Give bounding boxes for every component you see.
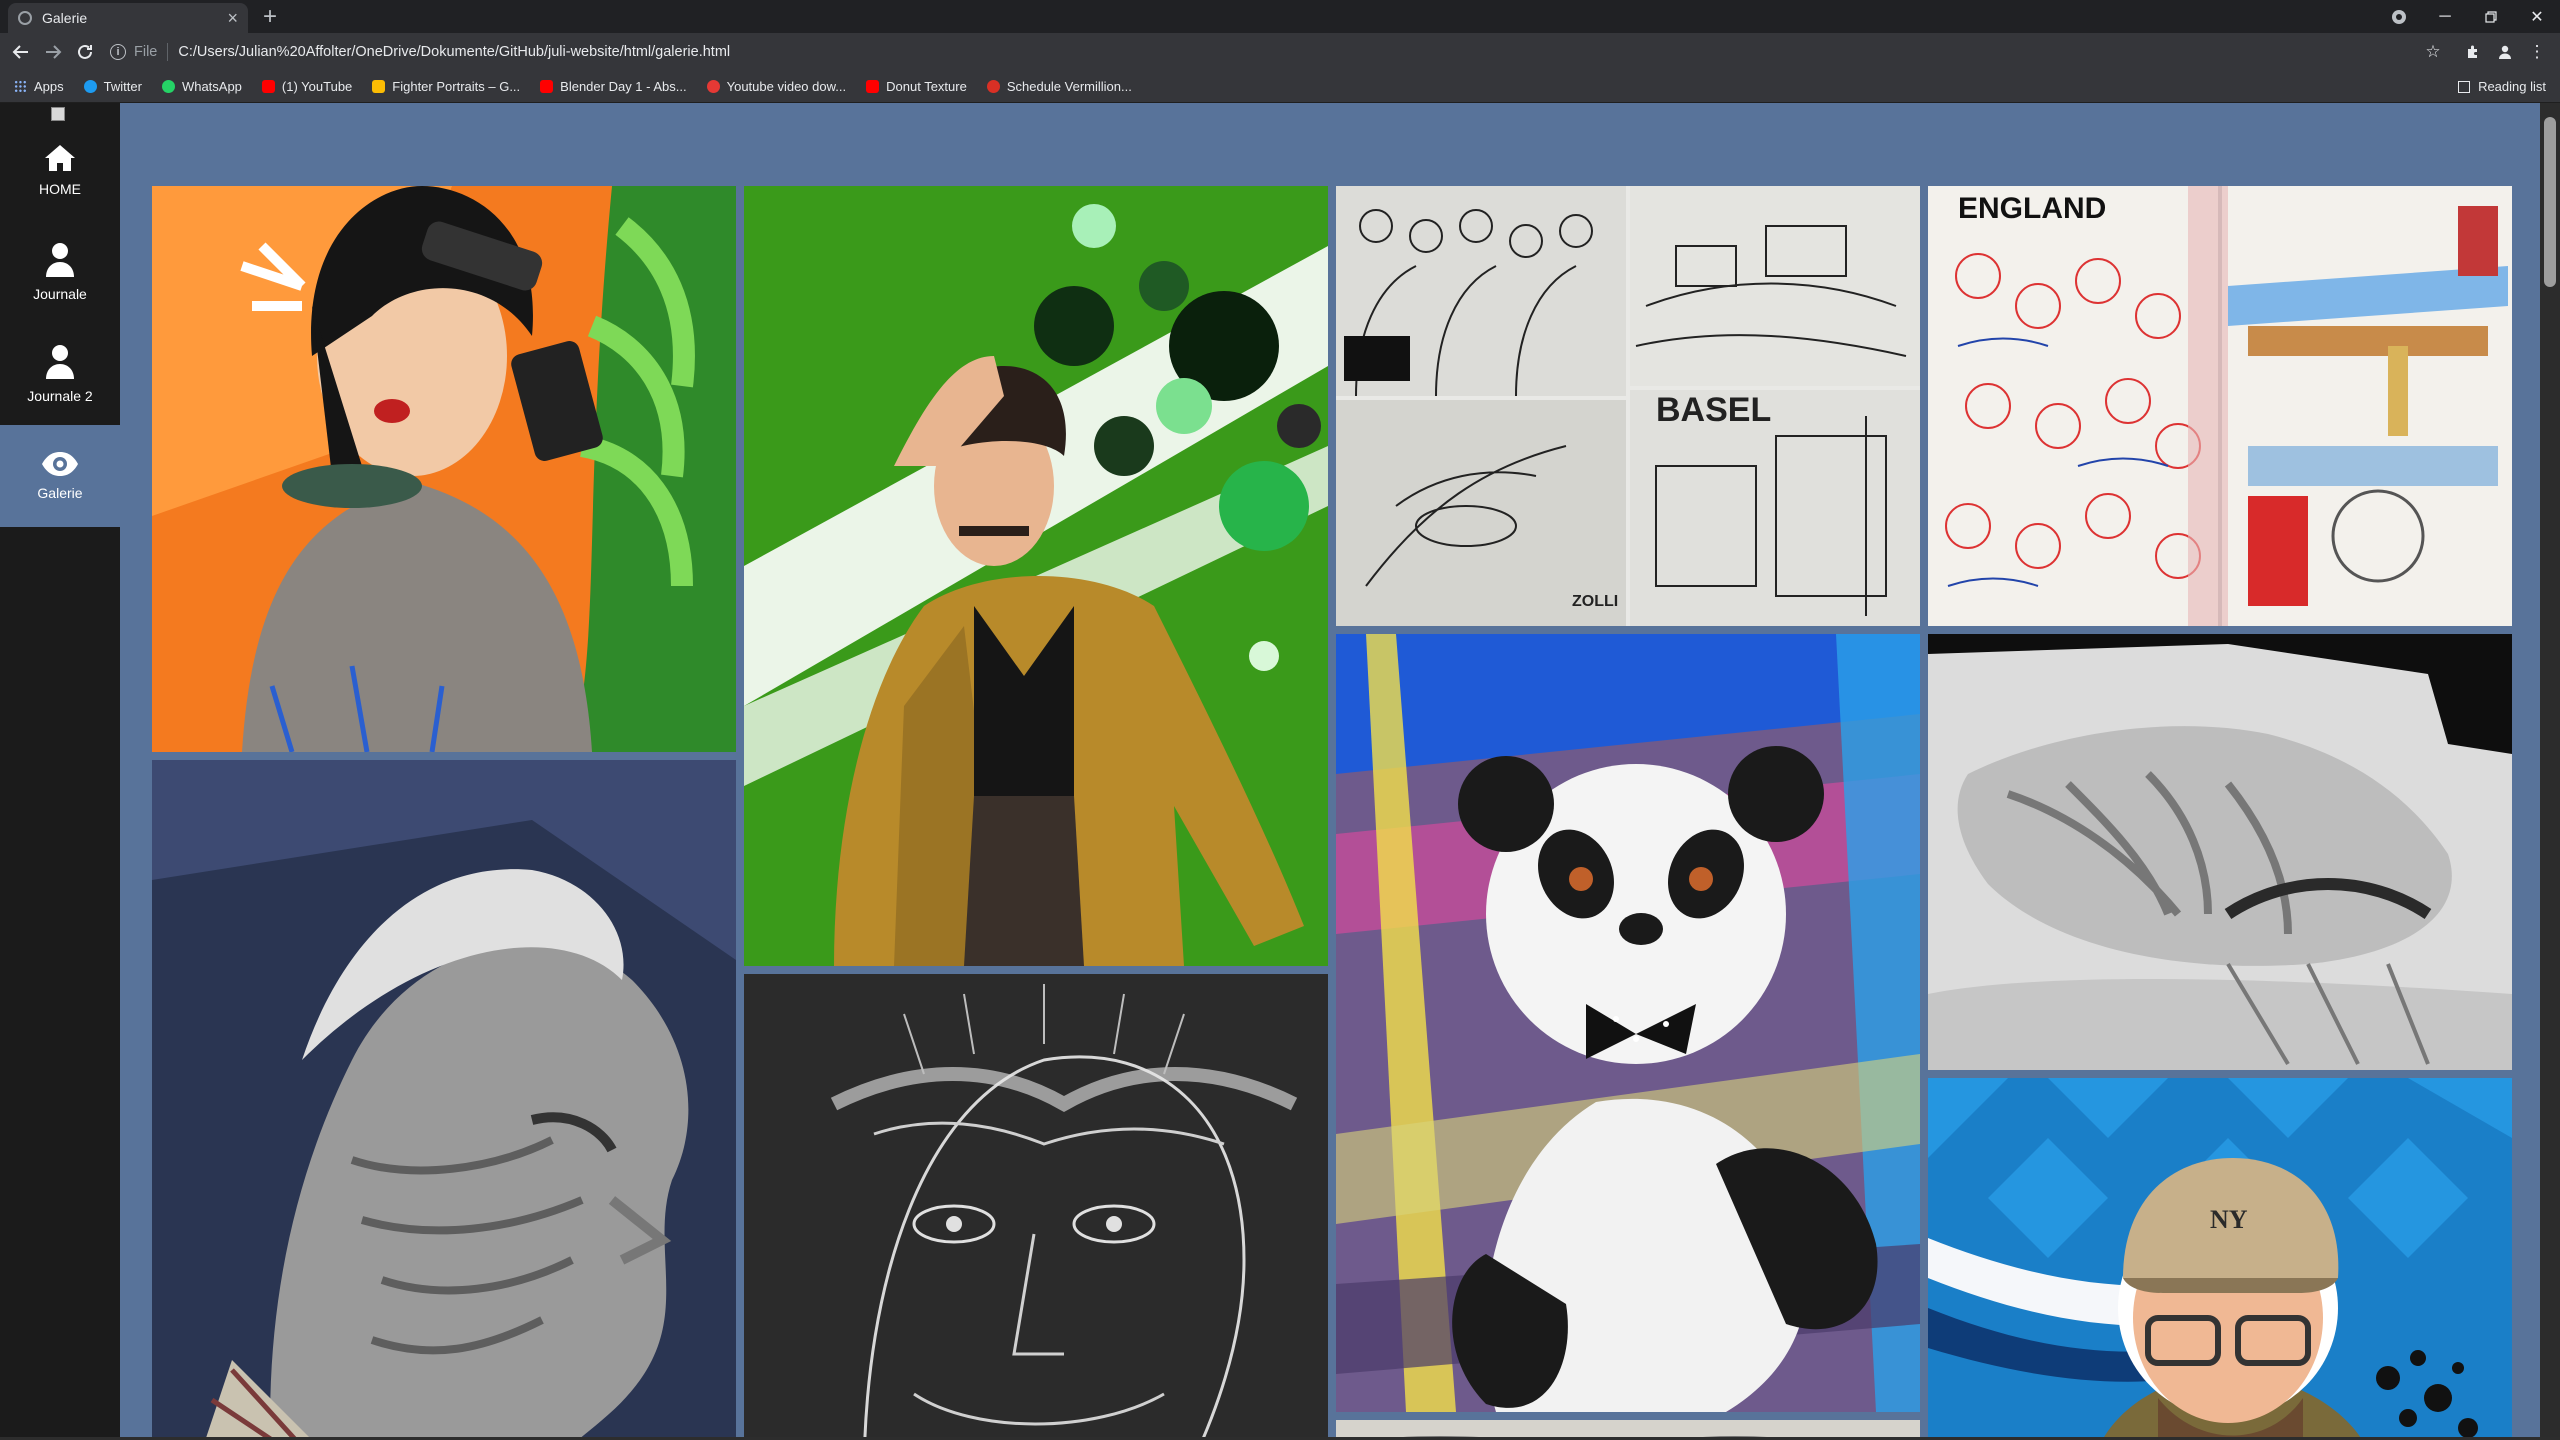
woman-selfie-artwork[interactable] xyxy=(152,186,736,752)
chalk-face-sketch-artwork[interactable] xyxy=(744,974,1328,1440)
basel-sketch-caption: BASEL xyxy=(1656,391,1771,429)
bookmark-label: WhatsApp xyxy=(181,79,242,94)
sidebar-item-label: Journale 2 xyxy=(27,388,93,404)
person-icon xyxy=(46,243,74,277)
minimize-button[interactable]: ─ xyxy=(2422,0,2468,33)
tab-strip: Galerie × + ─ ✕ xyxy=(0,0,2560,33)
close-tab-icon[interactable]: × xyxy=(227,9,238,27)
bookmark-item[interactable]: WhatsApp xyxy=(161,79,242,94)
bookmark-item[interactable]: Donut Texture xyxy=(866,79,967,94)
svg-text:NY: NY xyxy=(2210,1205,2248,1234)
sidebar-nav: HOME Journale Journale 2 Galerie xyxy=(0,103,120,1440)
profile-avatar-icon[interactable] xyxy=(2490,37,2520,67)
panda-painting-artwork[interactable] xyxy=(1336,634,1920,1412)
youtube-icon xyxy=(866,80,880,93)
home-icon xyxy=(45,145,75,171)
browser-tab[interactable]: Galerie × xyxy=(8,3,248,33)
reading-list-button[interactable]: Reading list xyxy=(2458,71,2546,102)
google-drive-icon xyxy=(372,80,386,93)
person-icon xyxy=(46,345,74,379)
address-bar[interactable]: i File C:/Users/Julian%20Affolter/OneDri… xyxy=(110,37,2410,67)
basel-sketchbook-artwork[interactable]: BASEL ZOLLI xyxy=(1336,186,1920,626)
apps-grid-icon xyxy=(14,80,27,93)
close-window-button[interactable]: ✕ xyxy=(2514,0,2560,33)
web-page: HOME Journale Journale 2 Galerie BASEL Z… xyxy=(0,103,2560,1440)
back-button[interactable] xyxy=(6,37,36,67)
sidebar-item-journale[interactable]: Journale xyxy=(0,221,120,323)
site-info-icon[interactable]: i xyxy=(110,44,126,60)
forward-button[interactable] xyxy=(38,37,68,67)
eye-icon xyxy=(42,452,78,476)
bookmark-item[interactable]: Blender Day 1 - Abs... xyxy=(540,79,687,94)
tab-title: Galerie xyxy=(42,10,88,26)
sidebar-item-journale-2[interactable]: Journale 2 xyxy=(0,323,120,425)
bookmark-item[interactable]: Schedule Vermillion... xyxy=(986,79,1132,94)
svg-text:ZOLLI: ZOLLI xyxy=(1572,593,1618,610)
page-favicon-icon xyxy=(18,11,32,25)
england-sketch-caption: ENGLAND xyxy=(1958,192,2106,225)
old-man-portrait-artwork[interactable] xyxy=(152,760,736,1440)
reading-list-icon xyxy=(2458,80,2471,93)
page-scrollbar[interactable] xyxy=(2540,103,2560,1440)
sidebar-item-label: Journale xyxy=(33,286,87,302)
new-tab-button[interactable]: + xyxy=(258,3,282,31)
profile-menu-icon[interactable] xyxy=(2376,0,2422,33)
youtube-icon xyxy=(540,80,554,93)
reload-button[interactable] xyxy=(70,37,100,67)
reading-list-label: Reading list xyxy=(2478,79,2546,94)
url-text[interactable]: C:/Users/Julian%20Affolter/OneDrive/Doku… xyxy=(178,44,730,60)
bookmark-label: Schedule Vermillion... xyxy=(1006,79,1132,94)
bookmark-item[interactable]: Apps xyxy=(14,79,64,94)
bookmark-label: Twitter xyxy=(103,79,142,94)
bookmark-item[interactable]: Youtube video dow... xyxy=(706,79,847,94)
bookmark-label: Apps xyxy=(34,79,64,94)
restore-button[interactable] xyxy=(2468,0,2514,33)
sidebar-item-galerie[interactable]: Galerie xyxy=(0,425,120,527)
man-cap-glasses-artwork[interactable]: NY xyxy=(1928,1078,2512,1440)
bookmark-label: Fighter Portraits – G... xyxy=(392,79,521,94)
charcoal-pillow-artwork[interactable] xyxy=(1928,634,2512,1070)
schedule-site-icon xyxy=(986,80,1000,93)
bookmark-star-icon[interactable]: ☆ xyxy=(2418,37,2448,67)
gallery-grid: BASEL ZOLLI ENGLAND NY xyxy=(152,186,2512,1440)
bookmarks-bar: Apps Twitter WhatsApp (1) YouTube Fighter Po… xyxy=(0,71,2560,103)
url-scheme-label: File xyxy=(134,44,158,60)
scrollbar-thumb[interactable] xyxy=(2544,117,2556,287)
england-sketchbook-artwork[interactable]: ENGLAND xyxy=(1928,186,2512,626)
youtube-icon xyxy=(261,80,275,93)
bookmark-item[interactable]: (1) YouTube xyxy=(261,79,353,94)
extensions-icon[interactable] xyxy=(2458,37,2488,67)
bookmark-label: Youtube video dow... xyxy=(726,79,847,94)
sidebar-item-label: HOME xyxy=(39,181,81,197)
bookmark-label: Donut Texture xyxy=(886,79,967,94)
browser-toolbar: i File C:/Users/Julian%20Affolter/OneDri… xyxy=(0,33,2560,71)
whatsapp-icon xyxy=(161,80,175,93)
sidebar-item-home[interactable]: HOME xyxy=(0,119,120,221)
sidebar-item-label: Galerie xyxy=(37,485,83,501)
sequin-jacket-man-artwork[interactable] xyxy=(744,186,1328,966)
browser-menu-icon[interactable]: ⋮ xyxy=(2522,37,2552,67)
bookmark-label: (1) YouTube xyxy=(281,79,353,94)
download-site-icon xyxy=(706,80,720,93)
bookmark-label: Blender Day 1 - Abs... xyxy=(560,79,687,94)
twitter-icon xyxy=(83,80,97,93)
bookmark-item[interactable]: Twitter xyxy=(83,79,142,94)
omnibox-divider xyxy=(167,43,169,61)
bookmark-item[interactable]: Fighter Portraits – G... xyxy=(372,79,520,94)
